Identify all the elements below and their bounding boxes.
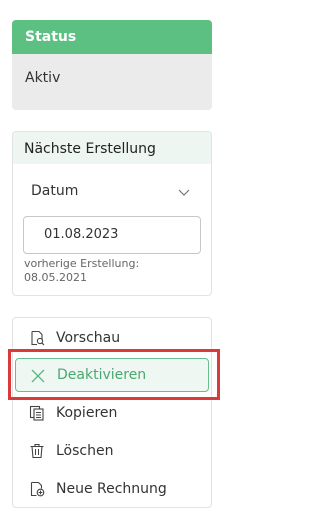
next-creation-card: Nächste Erstellung Datum 01.08.2023 vorh… xyxy=(12,131,212,296)
close-icon xyxy=(31,369,45,383)
date-type-select[interactable]: Datum xyxy=(31,183,191,205)
delete-button[interactable]: Löschen xyxy=(13,433,211,469)
next-date-input[interactable]: 01.08.2023 xyxy=(23,216,201,254)
date-type-select-value: Datum xyxy=(31,183,79,199)
new-invoice-label: Neue Rechnung xyxy=(56,481,167,497)
status-header: Status xyxy=(12,20,212,54)
status-value: Aktiv xyxy=(25,70,61,86)
copy-label: Kopieren xyxy=(56,405,118,421)
delete-label: Löschen xyxy=(56,443,114,459)
preview-icon xyxy=(31,330,45,346)
previous-creation-label: vorherige Erstellung: xyxy=(24,257,140,270)
chevron-down-icon xyxy=(178,189,190,196)
actions-card: Vorschau Deaktivieren Kopieren Löschen N… xyxy=(12,317,212,508)
deactivate-label: Deaktivieren xyxy=(57,367,147,383)
preview-label: Vorschau xyxy=(56,330,121,346)
deactivate-button[interactable]: Deaktivieren xyxy=(15,358,209,392)
next-creation-header: Nächste Erstellung xyxy=(13,132,211,164)
trash-icon xyxy=(30,443,44,459)
status-card: Status Aktiv xyxy=(12,20,212,110)
new-invoice-icon xyxy=(30,481,45,497)
copy-icon xyxy=(29,405,44,421)
preview-button[interactable]: Vorschau xyxy=(13,320,211,356)
new-invoice-button[interactable]: Neue Rechnung xyxy=(13,471,211,507)
copy-button[interactable]: Kopieren xyxy=(13,395,211,431)
previous-creation-date: 08.05.2021 xyxy=(24,271,87,284)
